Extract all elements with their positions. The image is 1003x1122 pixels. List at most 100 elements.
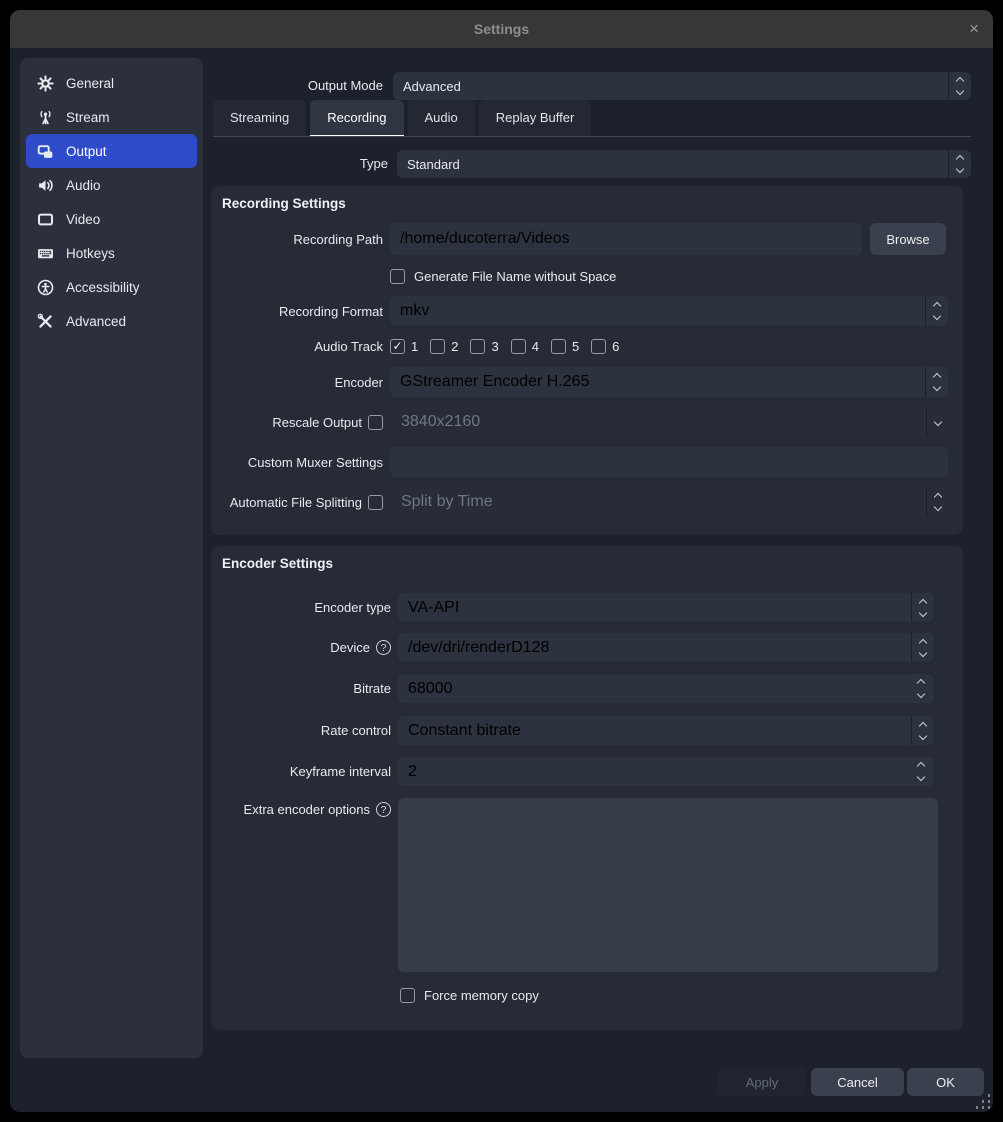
custom-muxer-input[interactable] [390,447,948,477]
spin-down-icon[interactable] [917,773,925,781]
close-button[interactable]: × [969,10,979,48]
extra-encoder-options-label: Extra encoder options? [211,802,398,817]
auto-file-splitting-checkbox[interactable] [368,495,383,510]
audio-track-5: 5 [551,339,579,354]
recording-type-value: Standard [407,150,460,178]
audio-track-3-checkbox[interactable] [470,339,485,354]
audio-track-6: 6 [591,339,619,354]
recording-type-select[interactable]: Standard [397,150,971,178]
audio-track-6-label: 6 [612,339,619,354]
rescale-output-checkbox[interactable] [368,415,383,430]
audio-track-5-checkbox[interactable] [551,339,566,354]
force-memory-copy-checkbox[interactable] [400,988,415,1003]
output-mode-value: Advanced [403,72,461,100]
auto-file-splitting-select: Split by Time [391,487,949,517]
help-icon[interactable]: ? [376,640,391,655]
chevron-updown-icon[interactable] [911,593,934,622]
extra-encoder-options-textarea[interactable] [398,798,938,972]
sidebar-item-general[interactable]: General [26,66,197,100]
type-label: Type [213,150,388,178]
bitrate-spinner[interactable]: 68000 [398,674,934,703]
browse-button[interactable]: Browse [870,223,946,255]
sidebar-item-label: Stream [66,110,110,125]
rate-control-select[interactable]: Constant bitrate [398,716,934,745]
chevron-updown-icon[interactable] [948,72,971,100]
sidebar-item-label: Output [66,144,107,159]
spin-up-icon[interactable] [917,762,925,770]
help-icon[interactable]: ? [376,802,391,817]
encoder-label: Encoder [211,375,390,390]
resize-grip-icon[interactable] [972,1093,992,1111]
generate-no-space-label: Generate File Name without Space [414,269,616,284]
titlebar[interactable]: Settings × [10,10,993,48]
auto-file-splitting-label: Automatic File Splitting [211,495,368,510]
tab-separator [213,136,971,137]
cancel-button[interactable]: Cancel [811,1068,904,1096]
close-icon: × [969,19,979,39]
chevron-updown-icon[interactable] [948,150,971,178]
recording-format-label: Recording Format [211,304,390,319]
sidebar-item-label: Accessibility [66,280,140,295]
output-mode-select[interactable]: Advanced [393,72,971,100]
audio-track-label: Audio Track [211,339,390,354]
rescale-output-label: Rescale Output [211,415,368,430]
apply-button: Apply [718,1068,806,1096]
recording-settings-title: Recording Settings [222,196,346,211]
encoder-settings-panel: Encoder Settings Encoder type VA-API Dev… [211,546,963,1030]
tab-audio[interactable]: Audio [408,100,475,137]
audio-track-2: 2 [430,339,458,354]
sidebar-item-accessibility[interactable]: Accessibility [26,270,197,304]
audio-track-1-label: 1 [411,339,418,354]
recording-format-select[interactable]: mkv [390,296,948,326]
spin-down-icon[interactable] [917,690,925,698]
chevron-updown-icon[interactable] [911,716,934,745]
tab-recording[interactable]: Recording [310,100,403,137]
audio-track-4: 4 [511,339,539,354]
bitrate-label: Bitrate [211,681,398,696]
tools-icon [37,313,54,330]
tab-replay-buffer[interactable]: Replay Buffer [479,100,592,137]
generate-no-space-checkbox[interactable] [390,269,405,284]
chevron-updown-icon[interactable] [925,296,948,326]
sidebar-item-label: General [66,76,114,91]
device-label: Device? [211,640,398,655]
encoder-select[interactable]: GStreamer Encoder H.265 [390,367,948,397]
audio-track-3: 3 [470,339,498,354]
sidebar-item-video[interactable]: Video [26,202,197,236]
ok-button[interactable]: OK [907,1068,984,1096]
audio-track-4-label: 4 [532,339,539,354]
sidebar-item-label: Audio [66,178,101,193]
spin-up-icon[interactable] [917,679,925,687]
sidebar-item-stream[interactable]: Stream [26,100,197,134]
audio-track-6-checkbox[interactable] [591,339,606,354]
keyboard-icon [37,245,54,262]
keyframe-interval-spinner[interactable]: 2 [398,757,934,786]
chevron-updown-icon[interactable] [911,633,934,662]
chevron-down-icon [926,407,949,437]
audio-track-1: ✓1 [390,339,418,354]
sidebar-item-audio[interactable]: Audio [26,168,197,202]
audio-track-5-label: 5 [572,339,579,354]
audio-track-4-checkbox[interactable] [511,339,526,354]
chevron-updown-icon[interactable] [925,367,948,397]
encoder-type-select[interactable]: VA-API [398,593,934,622]
audio-track-2-checkbox[interactable] [430,339,445,354]
encoder-type-label: Encoder type [211,600,398,615]
audio-track-1-checkbox[interactable]: ✓ [390,339,405,354]
sidebar-item-hotkeys[interactable]: Hotkeys [26,236,197,270]
sidebar-item-output[interactable]: Output [26,134,197,168]
audio-track-3-label: 3 [491,339,498,354]
tab-streaming[interactable]: Streaming [213,100,306,137]
recording-path-input[interactable]: /home/ducoterra/Videos [390,223,862,255]
custom-muxer-label: Custom Muxer Settings [211,455,390,470]
device-select[interactable]: /dev/dri/renderD128 [398,633,934,662]
recording-settings-panel: Recording Settings Recording Path /home/… [211,186,963,535]
force-memory-copy-label: Force memory copy [424,988,539,1003]
gear-icon [37,75,54,92]
output-tabbar: StreamingRecordingAudioReplay Buffer [213,100,591,137]
monitor-icon [37,211,54,228]
audio-track-checkboxes: ✓123456 [390,339,619,354]
audio-track-2-label: 2 [451,339,458,354]
sidebar-item-advanced[interactable]: Advanced [26,304,197,338]
accessibility-icon [37,279,54,296]
